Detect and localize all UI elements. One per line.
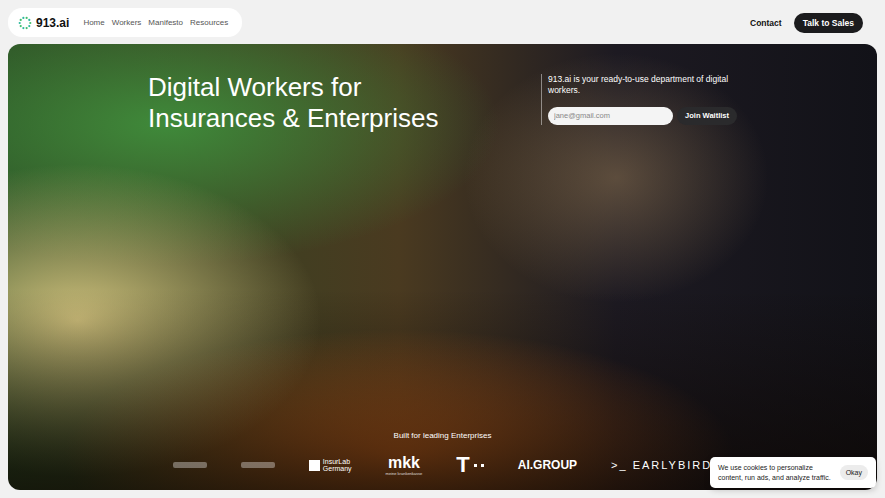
cookie-okay-button[interactable]: Okay — [840, 465, 868, 480]
hero-description: 913.ai is your ready-to-use department o… — [548, 74, 737, 97]
partner-logo-mark — [173, 462, 207, 468]
hero: Digital Workers forInsurances & Enterpri… — [8, 44, 877, 490]
brand[interactable]: 913.ai — [18, 16, 69, 30]
partner-logo: >_EARLYBIRD — [611, 459, 712, 471]
partners: Built for leading Enterprises InsurLabGer… — [148, 431, 737, 476]
waitlist-panel: 913.ai is your ready-to-use department o… — [541, 74, 737, 125]
top-nav: 913.ai Home Workers Manifesto Resources Conta… — [0, 0, 885, 44]
partner-logos: InsurLabGermany mkkmeine krankenkasse T AI.… — [173, 454, 712, 476]
nav-links: Home Workers Manifesto Resources — [83, 18, 228, 27]
partner-logo: InsurLabGermany — [309, 458, 352, 472]
dot-icon — [481, 464, 484, 467]
dot-icon — [474, 464, 477, 467]
hero-title: Digital Workers forInsurances & Enterpri… — [148, 72, 438, 134]
nav-link[interactable]: Resources — [190, 18, 228, 27]
hero-top: Digital Workers forInsurances & Enterpri… — [148, 72, 737, 134]
contact-link[interactable]: Contact — [750, 18, 782, 28]
nav-link[interactable]: Home — [83, 18, 104, 27]
page: 913.ai Home Workers Manifesto Resources Conta… — [0, 0, 885, 498]
email-input[interactable] — [548, 107, 673, 125]
nav-link[interactable]: Manifesto — [148, 18, 183, 27]
partner-logo: AI.GROUP — [518, 458, 577, 472]
nav-actions: Contact Talk to Sales — [750, 13, 863, 33]
partner-logo-mark — [241, 462, 275, 468]
nav-pill: 913.ai Home Workers Manifesto Resources — [8, 8, 242, 37]
square-icon — [309, 460, 320, 471]
waitlist-form: Join Waitlist — [548, 107, 737, 125]
cookie-text: We use cookies to personalize content, r… — [718, 463, 834, 482]
nav-link[interactable]: Workers — [112, 18, 142, 27]
partners-title: Built for leading Enterprises — [394, 431, 492, 440]
logo-icon — [18, 16, 32, 30]
cookie-banner: We use cookies to personalize content, r… — [710, 457, 876, 488]
partner-logo: T — [456, 454, 483, 476]
join-waitlist-button[interactable]: Join Waitlist — [677, 107, 737, 125]
partner-logo: mkkmeine krankenkasse — [386, 455, 423, 476]
talk-to-sales-button[interactable]: Talk to Sales — [794, 13, 863, 33]
